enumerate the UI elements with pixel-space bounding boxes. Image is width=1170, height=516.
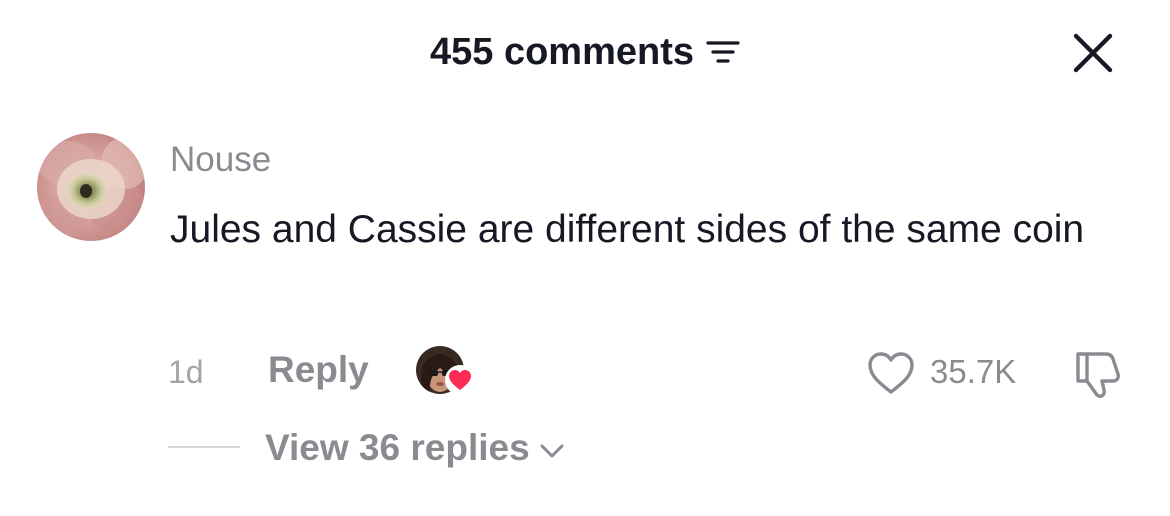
comment-text: Jules and Cassie are different sides of …	[170, 208, 1085, 251]
view-replies-label: View 36 replies	[265, 427, 530, 468]
comment-time: 1d	[168, 354, 204, 390]
sort-lines-icon[interactable]	[706, 37, 740, 67]
like-count: 35.7K	[930, 353, 1017, 390]
creator-liked-badge	[416, 346, 476, 402]
view-replies-button[interactable]: View 36 replies	[265, 426, 566, 470]
comments-title: 455 comments	[0, 30, 1170, 74]
close-icon[interactable]	[1070, 30, 1116, 76]
comments-count-label: 455 comments	[429, 31, 694, 73]
heart-outline-icon[interactable]	[866, 350, 916, 396]
replies-divider	[168, 446, 240, 448]
chevron-down-icon	[540, 444, 564, 458]
comments-header: 455 comments	[0, 0, 1170, 104]
comment-username[interactable]: Nouse	[170, 140, 271, 180]
commenter-avatar[interactable]	[37, 133, 145, 241]
reply-button[interactable]: Reply	[268, 348, 369, 392]
thumbs-down-icon[interactable]	[1070, 348, 1124, 400]
heart-icon	[445, 365, 475, 395]
rose-avatar-image	[37, 133, 145, 241]
